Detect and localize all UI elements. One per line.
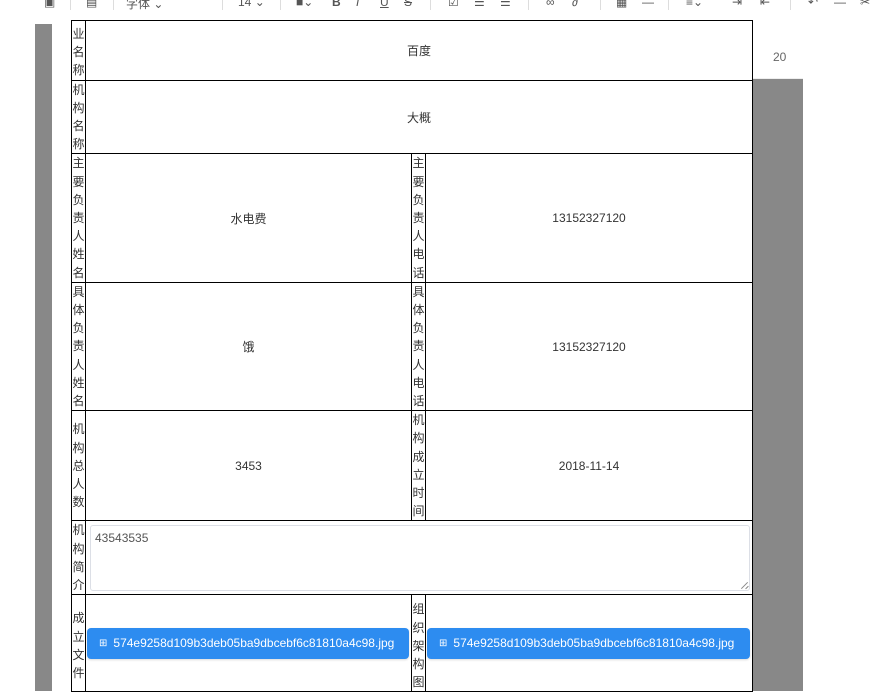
table-row: 机构总人数 3453 机构成立时间 2018-11-14 — [71, 410, 754, 522]
business-name-value: 百度 — [84, 20, 754, 81]
file-icon: ⊞ — [99, 637, 108, 649]
bold-button[interactable]: B — [332, 0, 341, 9]
table-row: 具体负责人姓名 饿 具体负责人电话 13152327120 — [71, 281, 754, 412]
main-person-phone-value: 13152327120 — [424, 153, 754, 283]
file-icon: ⊞ — [439, 637, 448, 649]
headcount-value: 3453 — [85, 410, 412, 522]
main-person-value: 水电费 — [85, 153, 412, 283]
main-person-phone-label: 主要负责人电话 — [411, 153, 426, 283]
founding-date-value: 2018-11-14 — [424, 410, 754, 522]
table-row: 机构简介 43543535 — [71, 520, 754, 596]
align-dropdown[interactable]: ≡⌄ — [686, 0, 703, 9]
intro-label: 机构简介 — [71, 520, 86, 596]
org-chart-label: 组织架构图 — [411, 594, 426, 692]
strikethrough-button[interactable]: S — [404, 0, 412, 9]
redo-icon[interactable]: — — [834, 0, 846, 9]
founding-file-label: 成立文件 — [71, 594, 86, 692]
org-info-table: 业名称 百度 机构名称 大概 主要负责人姓名 水电费 主要负责人电话 13152… — [71, 20, 754, 692]
font-family-dropdown[interactable]: 字体 ⌄ — [126, 0, 163, 12]
specific-person-value: 饿 — [85, 281, 412, 412]
bullet-list-icon[interactable]: ☰ — [500, 0, 511, 9]
editor-toolbar: ▣ ▤ 字体 ⌄ 14 ⌄ ■⌄ B I U S ☑ ☰ ☰ ∞ ∂ ▦ — ≡… — [0, 0, 874, 14]
clear-format-icon[interactable]: ✂ — [860, 0, 870, 9]
org-name-label: 机构名称 — [71, 79, 86, 155]
intro-textarea[interactable]: 43543535 — [90, 524, 751, 591]
attachment-icon[interactable]: ∂ — [572, 0, 578, 9]
undo-icon[interactable]: ↶ — [808, 0, 818, 9]
underline-button[interactable]: U — [380, 0, 389, 9]
link-icon[interactable]: ∞ — [546, 0, 555, 9]
business-name-label: 业名称 — [71, 20, 86, 81]
paste-icon[interactable]: ▤ — [86, 0, 97, 9]
resize-handle-icon[interactable] — [741, 582, 748, 589]
main-person-label: 主要负责人姓名 — [71, 153, 86, 283]
founding-file-cell: ⊞ 574e9258d109b3deb05ba9dbcebf6c81810a4c… — [85, 594, 412, 692]
ordered-list-icon[interactable]: ☰ — [474, 0, 485, 9]
specific-person-phone-label: 具体负责人电话 — [411, 281, 426, 412]
founding-file-name: 574e9258d109b3deb05ba9dbcebf6c81810a4c98… — [113, 636, 395, 651]
background-text: 20 — [773, 50, 787, 64]
headcount-label: 机构总人数 — [71, 410, 86, 522]
specific-person-phone-value: 13152327120 — [424, 281, 754, 412]
checklist-icon[interactable]: ☑ — [448, 0, 459, 9]
org-chart-cell: ⊞ 574e9258d109b3deb05ba9dbcebf6c81810a4c… — [424, 594, 754, 692]
org-name-value: 大概 — [84, 79, 754, 155]
italic-button[interactable]: I — [356, 0, 359, 9]
font-size-dropdown[interactable]: 14 ⌄ — [238, 0, 265, 9]
founding-date-label: 机构成立时间 — [411, 410, 426, 522]
specific-person-label: 具体负责人姓名 — [71, 281, 86, 412]
intro-text: 43543535 — [95, 530, 149, 545]
text-color-icon[interactable]: ■⌄ — [296, 0, 313, 9]
copy-icon[interactable]: ▣ — [44, 0, 55, 9]
table-row: 主要负责人姓名 水电费 主要负责人电话 13152327120 — [71, 153, 754, 283]
table-row: 业名称 百度 — [71, 20, 754, 81]
intro-cell: 43543535 — [84, 520, 754, 596]
table-row: 机构名称 大概 — [71, 79, 754, 155]
org-chart-file-button[interactable]: ⊞ 574e9258d109b3deb05ba9dbcebf6c81810a4c… — [427, 627, 751, 659]
org-chart-file-name: 574e9258d109b3deb05ba9dbcebf6c81810a4c98… — [453, 636, 735, 651]
table-icon[interactable]: ▦ — [616, 0, 627, 9]
founding-file-button[interactable]: ⊞ 574e9258d109b3deb05ba9dbcebf6c81810a4c… — [87, 627, 409, 659]
horizontal-rule-icon[interactable]: — — [642, 0, 654, 9]
table-row: 成立文件 ⊞ 574e9258d109b3deb05ba9dbcebf6c818… — [71, 594, 754, 692]
indent-icon[interactable]: ⇥ — [732, 0, 742, 9]
outdent-icon[interactable]: ⇤ — [760, 0, 770, 9]
